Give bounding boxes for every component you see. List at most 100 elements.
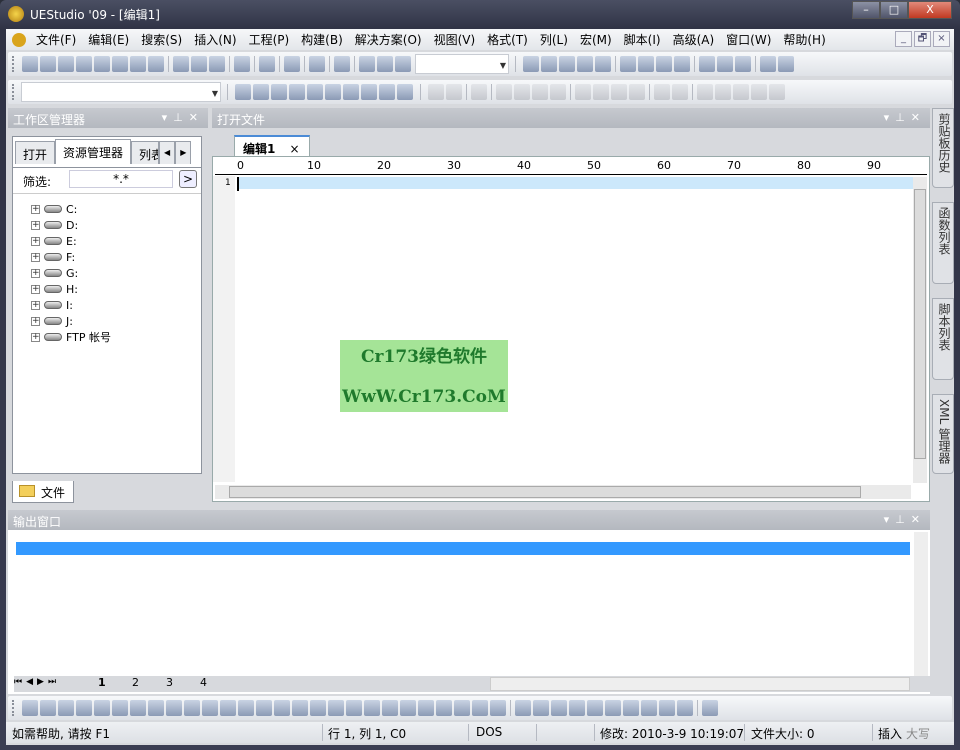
scroll-thumb[interactable] [229,486,861,498]
minimize-button[interactable]: – [852,1,880,19]
find-next-icon[interactable] [559,56,575,72]
globe-icon[interactable] [760,56,776,72]
h1-icon[interactable] [166,700,182,716]
tab-icon[interactable] [629,84,645,100]
find-prev-icon[interactable] [541,56,557,72]
disabled-icon[interactable] [659,700,675,716]
save-all-icon[interactable] [148,56,164,72]
bracket-icon[interactable] [611,84,627,100]
side-tab[interactable]: 剪贴板历史 [932,108,954,188]
h3-icon[interactable] [202,700,218,716]
expand-icon[interactable]: + [31,284,40,294]
sheet-tab[interactable]: 3 [166,676,173,689]
field-icon[interactable] [751,84,767,100]
tab-close-icon[interactable]: × [290,142,300,156]
menu-item[interactable]: 窗口(W) [720,31,777,48]
new-file-icon[interactable] [76,56,92,72]
menu-item[interactable]: 帮助(H) [777,31,831,48]
open-folder-icon[interactable] [112,56,128,72]
table-icon[interactable] [515,700,531,716]
justify-icon[interactable] [674,56,690,72]
output-scrollbar[interactable] [914,532,928,676]
side-tab[interactable]: 脚本列表 [932,298,954,380]
sun-icon[interactable] [325,84,341,100]
wikipedia-icon[interactable] [271,84,287,100]
hex-icon[interactable] [284,56,300,72]
image-map-icon[interactable] [400,700,416,716]
split-vertical-icon[interactable] [717,56,733,72]
checkbox-icon[interactable] [346,700,362,716]
expand-icon[interactable]: + [31,300,40,310]
print-icon[interactable] [173,56,189,72]
tab-scroll-left[interactable]: ◀ [159,141,176,164]
forward-icon[interactable] [58,56,74,72]
open-icon[interactable] [94,56,110,72]
expand-icon[interactable]: + [31,204,40,214]
panel-controls[interactable]: ▾⊥✕ [162,111,204,124]
toolbar-grip[interactable] [12,56,15,72]
lock-icon[interactable] [490,700,506,716]
image-icon[interactable] [382,700,398,716]
mdi-close-button[interactable]: × [933,31,950,47]
password-icon[interactable] [310,700,326,716]
mdi-minimize-button[interactable]: _ [895,31,912,47]
paste-icon[interactable] [395,56,411,72]
check-icon[interactable] [677,700,693,716]
tab-scroll-right[interactable]: ▶ [175,141,192,164]
menu-item[interactable]: 脚本(I) [618,31,667,48]
menu-item[interactable]: 插入(N) [188,31,242,48]
hr-icon[interactable] [256,700,272,716]
expand-icon[interactable]: + [31,236,40,246]
indent-icon[interactable] [76,700,92,716]
tip-icon[interactable] [307,84,323,100]
bullets-icon[interactable] [94,700,110,716]
sheet-tab[interactable]: 1 [98,676,106,689]
menu-item[interactable]: 解决方案(O) [349,31,428,48]
link-icon[interactable] [379,84,395,100]
button-icon[interactable] [328,700,344,716]
validate-icon[interactable] [551,700,567,716]
h2-icon[interactable] [184,700,200,716]
back-icon[interactable] [40,56,56,72]
color-icon[interactable] [641,700,657,716]
print-preview-icon[interactable] [191,56,207,72]
tree-node[interactable]: + J: [31,313,73,329]
tree-node[interactable]: + H: [31,281,78,297]
editor-area[interactable]: 0 10 20 30 40 50 60 70 80 90 1 [212,156,930,502]
font-color-icon[interactable] [130,700,146,716]
menu-item[interactable]: 编辑(E) [82,31,135,48]
menu-item[interactable]: 工程(P) [243,31,296,48]
filter-input[interactable]: *.* [69,170,173,188]
numbering-icon[interactable] [112,700,128,716]
toolbar-combo[interactable]: ▼ [415,54,509,74]
textarea-icon[interactable] [292,700,308,716]
close-button[interactable]: X [908,1,952,19]
scroll-thumb[interactable] [914,189,926,459]
tab-list[interactable]: 列表 [131,141,160,164]
hand-icon[interactable] [654,84,670,100]
menu-item[interactable]: 视图(V) [428,31,482,48]
h4-icon[interactable] [220,700,236,716]
tree-node[interactable]: + G: [31,265,78,281]
tag-icon[interactable] [436,700,452,716]
italic-icon[interactable] [40,700,56,716]
numbers-icon[interactable] [587,700,603,716]
font-icon[interactable] [209,56,225,72]
block2-icon[interactable] [550,84,566,100]
tree-node[interactable]: + C: [31,201,77,217]
binary-icon[interactable] [769,84,785,100]
stop-icon[interactable] [672,84,688,100]
goto-icon[interactable] [595,56,611,72]
browser-icon[interactable] [778,56,794,72]
tab-files[interactable]: 文件 [12,481,74,503]
css-icon[interactable] [623,700,639,716]
cut-icon[interactable] [359,56,375,72]
menu-item[interactable]: 文件(F) [30,31,82,48]
align-right-icon[interactable] [656,56,672,72]
tree-node[interactable]: + I: [31,297,73,313]
bold-icon[interactable] [22,700,38,716]
list-icon[interactable] [715,84,731,100]
textbox-icon[interactable] [274,700,290,716]
align-left-icon[interactable] [620,56,636,72]
menu-item[interactable]: 高级(A) [667,31,721,48]
